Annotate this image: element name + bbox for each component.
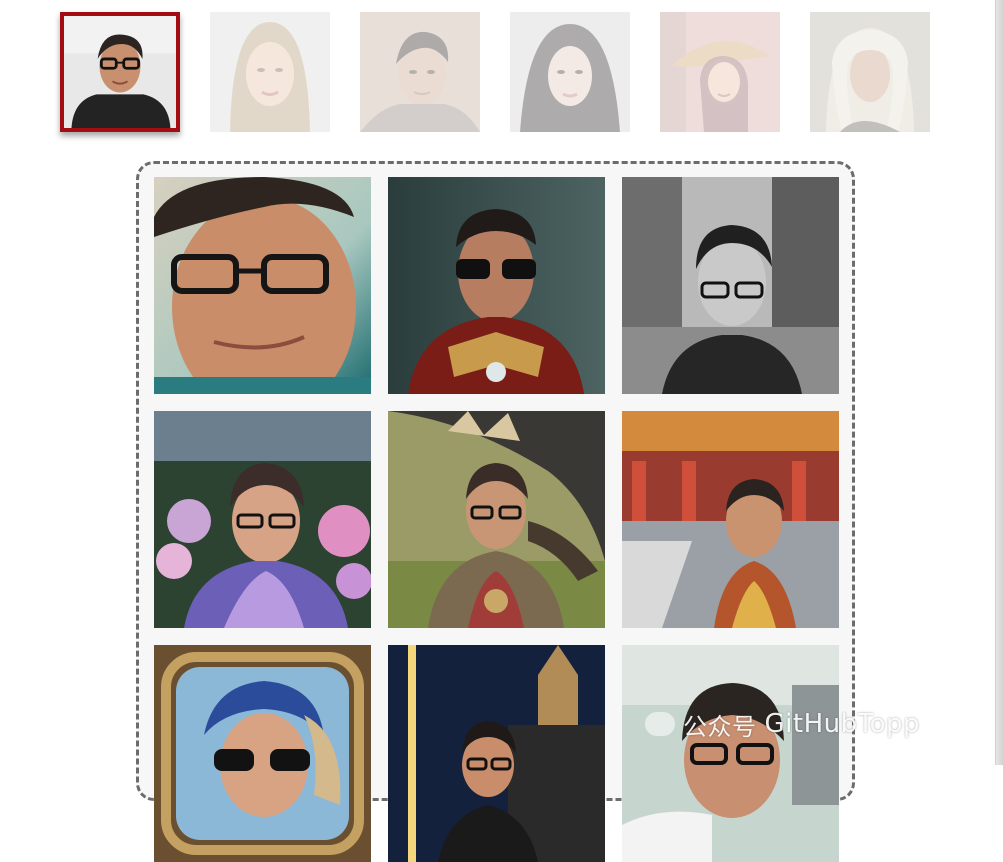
portrait-hat-woman	[660, 12, 780, 132]
reference-thumb-1[interactable]	[60, 12, 180, 132]
portrait-blonde-woman	[210, 12, 330, 132]
reference-thumb-2[interactable]	[210, 12, 330, 132]
wechat-icon	[645, 712, 675, 736]
gallery-image-street-closeup[interactable]	[622, 645, 839, 862]
portrait-classical-painting	[810, 12, 930, 132]
gallery-image-closeup[interactable]	[154, 177, 371, 394]
gallery-image-pearl-earring-style[interactable]	[154, 645, 371, 862]
reference-thumb-6[interactable]	[810, 12, 930, 132]
watermark: 公众号 GitHubTopp	[645, 704, 920, 744]
gallery-image-dragon-warrior[interactable]	[388, 411, 605, 628]
reference-thumb-5[interactable]	[660, 12, 780, 132]
gallery-image-palace-courtyard[interactable]	[622, 411, 839, 628]
gallery-image-street-bw[interactable]	[622, 177, 839, 394]
gallery-image-flower-garden[interactable]	[154, 411, 371, 628]
gallery-image-night-castle[interactable]	[388, 645, 605, 862]
scrollbar-edge[interactable]	[995, 0, 1003, 765]
gallery-image-armor-suit[interactable]	[388, 177, 605, 394]
reference-thumb-3[interactable]	[360, 12, 480, 132]
portrait-glasses-man	[64, 16, 176, 128]
reference-selector	[60, 12, 940, 142]
reference-thumb-4[interactable]	[510, 12, 630, 132]
watermark-text: GitHubTopp	[764, 709, 920, 739]
portrait-young-man	[360, 12, 480, 132]
watermark-cjk: 公众号	[683, 712, 757, 741]
portrait-dark-hair-woman	[510, 12, 630, 132]
